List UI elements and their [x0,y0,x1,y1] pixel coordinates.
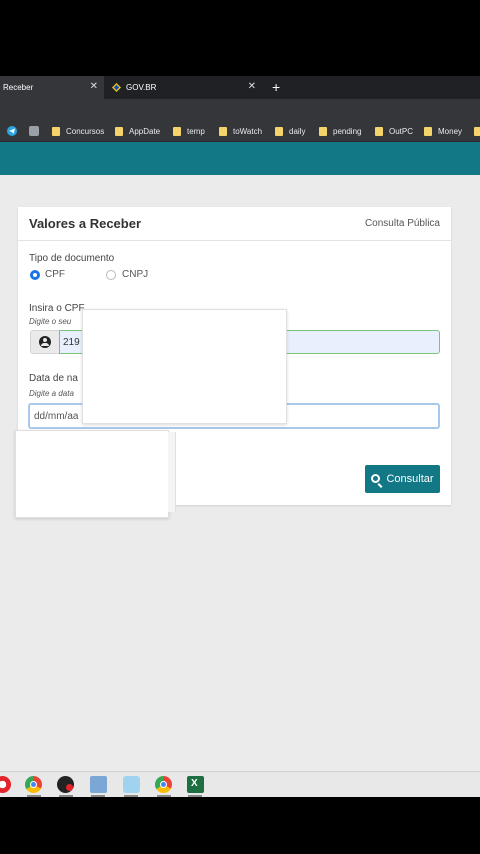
bookmarks-bar: Concursos AppDate temp toWatch daily pen… [0,121,480,142]
active-indicator [27,795,41,797]
app-bookmark-icon[interactable] [29,126,39,136]
birthdate-hint: Digite a data [29,389,74,398]
consultar-button[interactable]: Consultar [365,465,440,493]
consulta-publica-link[interactable]: Consulta Pública [365,218,440,229]
popup-edge [168,432,176,512]
window-icon[interactable] [123,776,140,793]
excel-icon[interactable]: X [187,776,204,793]
active-indicator [188,795,202,797]
search-icon [371,473,381,483]
chrome-icon[interactable] [25,776,42,793]
folder-icon [275,127,283,136]
bookmark-outpc[interactable]: OutPC [375,125,413,138]
cpf-label: Insira o CPF [29,303,85,314]
tab-bar: Receber ✕ GOV.BR ✕ + [0,76,480,99]
folder-icon [375,127,383,136]
divider [18,240,451,241]
close-tab-icon[interactable]: ✕ [90,82,98,92]
folder-icon [173,127,181,136]
active-indicator [157,795,171,797]
folder-icon [424,127,432,136]
active-indicator [59,795,73,797]
bookmark-daily[interactable]: daily [275,125,305,138]
folder-icon [52,127,60,136]
bookmark-pending[interactable]: pending [319,125,361,138]
folder-icon [115,127,123,136]
birthdate-label: Data de na [29,373,78,384]
screen: { "browser": { "tabs": [ {"label": "Rece… [0,0,480,854]
app-icon[interactable] [57,776,74,793]
bookmark-appdate[interactable]: AppDate [115,125,160,138]
page-title: Valores a Receber [29,216,142,231]
site-header [0,142,480,175]
opera-icon[interactable] [0,776,11,793]
bookmark-money[interactable]: Money [424,125,462,138]
tab-title: GOV.BR [126,83,157,92]
doc-type-label: Tipo de documento [29,253,115,264]
tab-govbr[interactable]: GOV.BR ✕ [106,76,262,99]
cnpj-radio-label[interactable]: CNPJ [122,269,148,280]
os-taskbar: X [0,771,480,797]
cpf-radio[interactable] [30,270,40,280]
bookmark-temp[interactable]: temp [173,125,205,138]
cpf-radio-label[interactable]: CPF [45,269,65,280]
tab-receber[interactable]: Receber ✕ [0,76,104,99]
blank-popup [82,309,287,424]
folder-icon [319,127,327,136]
cpf-hint: Digite o seu [29,317,72,326]
browser-toolbar [0,99,480,121]
blank-popup [15,430,169,518]
govbr-favicon-icon [112,83,121,92]
folder-icon [219,127,227,136]
new-tab-button[interactable]: + [272,79,280,95]
bookmark-towatch[interactable]: toWatch [219,125,262,138]
user-icon [39,336,51,348]
calculator-icon[interactable] [90,776,107,793]
close-tab-icon[interactable]: ✕ [248,82,256,92]
active-indicator [124,795,138,797]
chrome-profile-icon[interactable] [155,776,172,793]
telegram-icon[interactable] [7,126,17,136]
active-indicator [91,795,105,797]
tab-title: Receber [3,83,34,92]
consultar-label: Consultar [386,473,434,485]
bookmark-concursos[interactable]: Concursos [52,125,104,138]
folder-icon[interactable] [474,127,480,136]
cnpj-radio[interactable] [106,270,116,280]
cpf-prefix [30,330,59,354]
